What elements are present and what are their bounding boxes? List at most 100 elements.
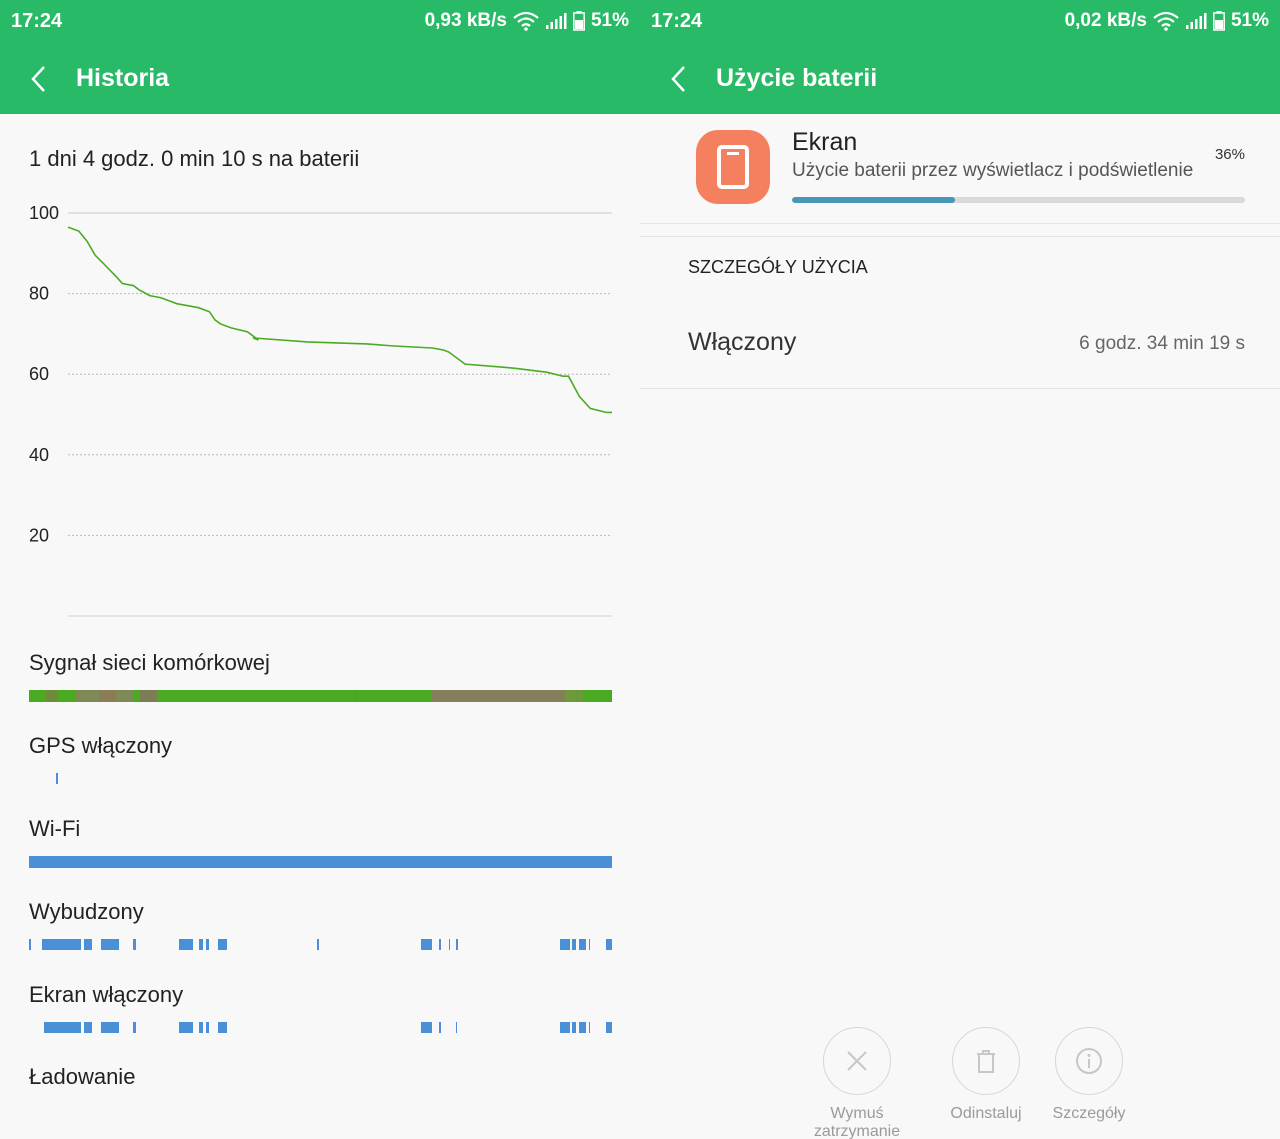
track-segment	[84, 1022, 92, 1033]
usage-percent: 36%	[1214, 146, 1245, 163]
details-circle[interactable]	[1055, 1027, 1123, 1095]
track-segment	[438, 1022, 441, 1033]
track-segment	[206, 939, 209, 950]
usage-progress-bar	[792, 197, 1245, 203]
detail-value: 6 godz. 34 min 19 s	[1079, 333, 1245, 354]
track-segment	[421, 939, 433, 950]
page-title: Historia	[76, 64, 170, 92]
cell-signal-icon	[1185, 13, 1207, 29]
y-tick-label: 40	[29, 445, 49, 465]
status-time: 17:24	[11, 10, 63, 32]
app-name: Ekran	[792, 128, 858, 156]
battery-percent: 51%	[590, 10, 629, 31]
track-segment	[98, 690, 117, 702]
track-segment	[56, 773, 59, 784]
track-segment	[559, 939, 570, 950]
track-bar	[29, 939, 612, 950]
track-segment	[29, 939, 31, 950]
track-segment	[588, 939, 590, 950]
wifi-icon	[513, 11, 539, 31]
track-segment	[438, 939, 441, 950]
track-segment	[101, 939, 120, 950]
track-segment	[178, 939, 194, 950]
back-arrow-icon[interactable]	[668, 64, 692, 94]
battery-duration: 1 dni 4 godz. 0 min 10 s na baterii	[29, 146, 360, 171]
track-bar	[29, 1104, 612, 1115]
tablet-icon	[696, 130, 770, 204]
track-bar	[29, 1022, 612, 1033]
track-segment	[43, 1022, 82, 1033]
info-icon	[1076, 1048, 1102, 1074]
track-bar	[29, 690, 612, 702]
track-segment	[199, 939, 203, 950]
track-segment	[178, 1022, 194, 1033]
track-segment	[572, 1022, 576, 1033]
close-icon	[847, 1051, 867, 1071]
app-description: Użycie baterii przez wyświetlacz i podśw…	[792, 160, 1194, 181]
track-segment	[559, 1022, 570, 1033]
force-stop-label: Wymuś zatrzymanie	[813, 1105, 901, 1139]
track-segment	[46, 690, 59, 702]
force-stop-button[interactable]: Wymuś zatrzymanie	[787, 1027, 927, 1139]
track-bar	[29, 856, 612, 868]
track-segment	[218, 1022, 228, 1033]
track-segment	[578, 939, 586, 950]
status-indicators: 0,93 kB/s 51%	[425, 10, 629, 32]
network-speed: 0,93 kB/s	[424, 10, 507, 31]
track-segment	[572, 939, 576, 950]
battery-level-chart: 100 80 60 40 20	[29, 203, 612, 617]
trash-icon	[977, 1050, 995, 1073]
y-tick-label: 100	[29, 203, 59, 223]
divider	[640, 223, 1280, 224]
y-tick-label: 80	[29, 284, 49, 304]
battery-usage-screen: 17:24 0,02 kB/s 51% Użycie baterii Ekran…	[640, 0, 1280, 1139]
track-segment	[455, 1022, 458, 1033]
track-label: Sygnał sieci komórkowej	[29, 650, 270, 675]
app-bar: Użycie baterii	[640, 44, 1280, 114]
status-bar: 17:24 0,02 kB/s 51%	[640, 0, 1280, 44]
track-label: Ekran włączony	[29, 982, 184, 1007]
details-label: Szczegóły	[1052, 1105, 1126, 1122]
status-bar: 17:24 0,93 kB/s 51%	[0, 0, 640, 44]
track-label: GPS włączony	[29, 733, 173, 758]
back-arrow-icon[interactable]	[28, 64, 52, 94]
track-segment	[317, 939, 319, 950]
track-segment	[448, 939, 451, 950]
track-segment	[206, 1022, 209, 1033]
status-indicators: 0,02 kB/s 51%	[1065, 10, 1269, 32]
track-label: Wi-Fi	[29, 816, 81, 841]
wifi-icon	[1153, 11, 1179, 31]
battery-level-line	[67, 226, 612, 414]
track-segment	[578, 1022, 586, 1033]
usage-progress-fill	[792, 197, 956, 203]
track-label: Ładowanie	[29, 1064, 136, 1089]
track-segment	[101, 1022, 120, 1033]
battery-icon	[1213, 11, 1225, 31]
track-segment	[41, 939, 82, 950]
battery-icon	[573, 11, 585, 31]
history-screen: 17:24 0,93 kB/s 51% Historia 1 dni 4 god…	[0, 0, 640, 1139]
track-segment	[456, 939, 459, 950]
track-segment	[588, 1022, 590, 1033]
section-title: SZCZEGÓŁY UŻYCIA	[688, 257, 868, 277]
track-segment	[84, 939, 92, 950]
details-button[interactable]: Szczegóły	[1019, 1027, 1159, 1123]
track-segment	[218, 939, 228, 950]
uninstall-circle[interactable]	[952, 1027, 1020, 1095]
track-label: Wybudzony	[29, 899, 144, 924]
track-segment	[132, 1022, 136, 1033]
track-segment	[431, 690, 566, 702]
cell-signal-icon	[545, 13, 567, 29]
force-stop-circle[interactable]	[823, 1027, 891, 1095]
track-segment	[606, 939, 612, 950]
detail-label: Włączony	[688, 328, 797, 356]
track-segment	[199, 1022, 203, 1033]
divider	[640, 236, 1280, 237]
track-segment	[139, 690, 158, 702]
track-segment	[606, 1022, 612, 1033]
track-segment	[565, 690, 583, 702]
y-tick-label: 60	[29, 364, 49, 384]
track-segment	[29, 856, 612, 868]
track-segment	[132, 939, 136, 950]
status-time: 17:24	[651, 10, 703, 32]
